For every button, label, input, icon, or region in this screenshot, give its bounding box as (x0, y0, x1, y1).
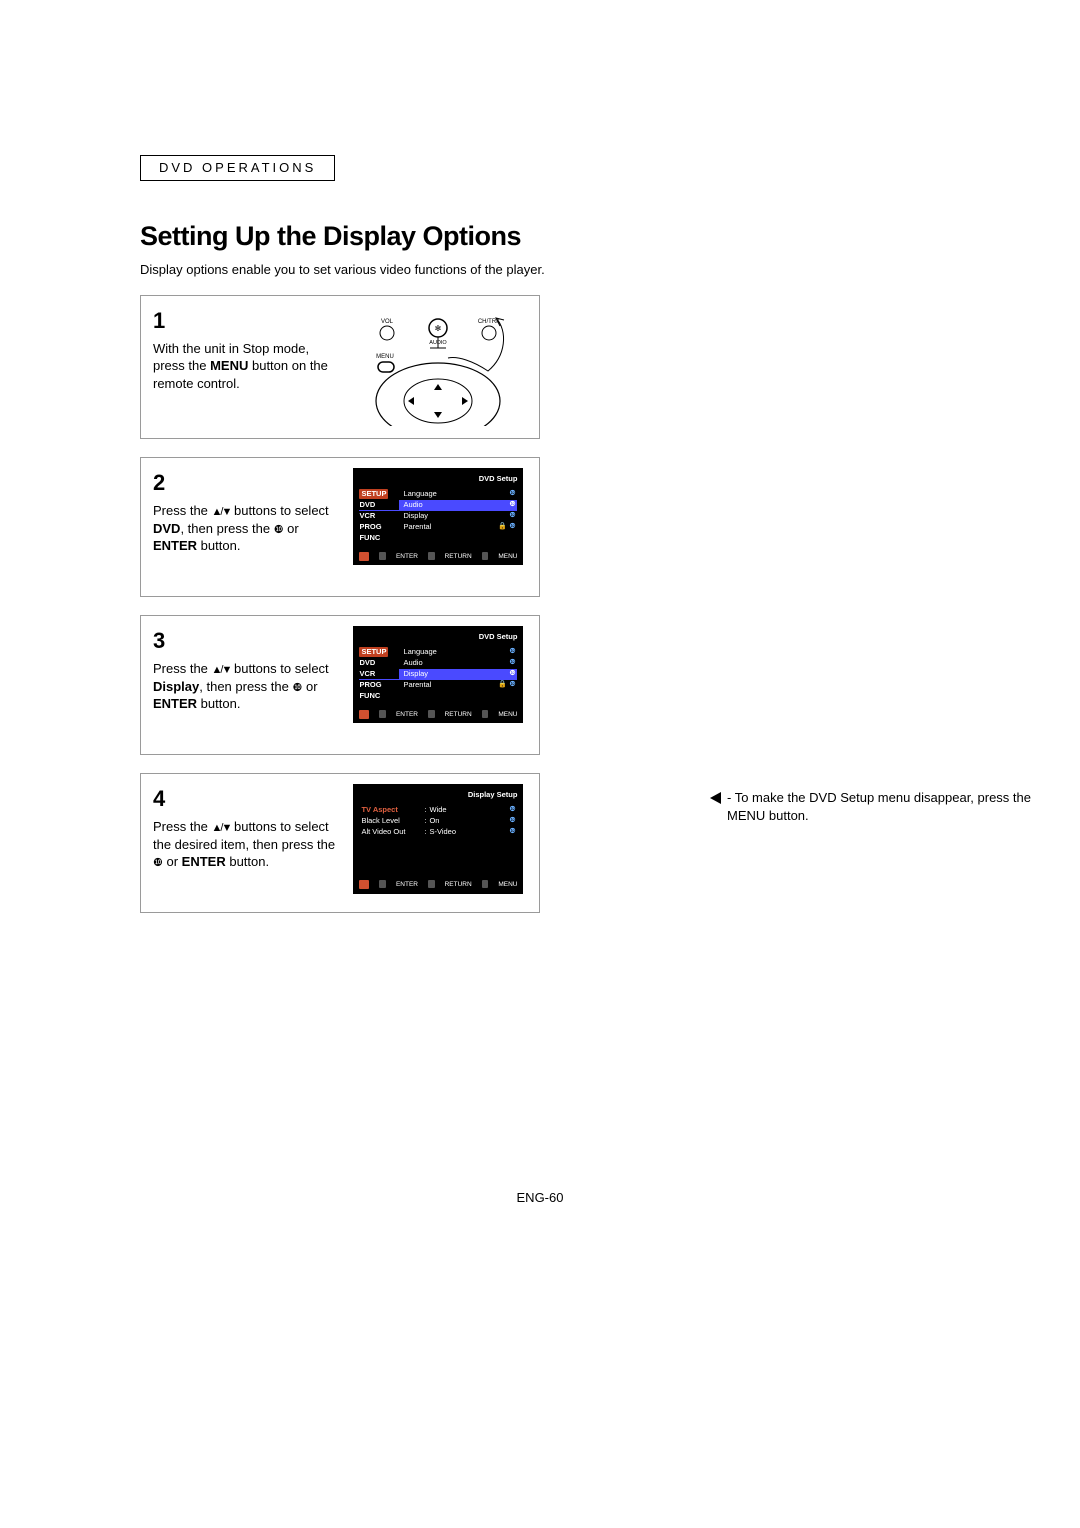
osd-display-setup: Display Setup TV Aspect : Wide ❿ Black L… (353, 784, 523, 894)
section-header: DVD Operations (140, 155, 335, 181)
left-triangle-icon (710, 792, 721, 804)
enter-icon (379, 710, 386, 718)
svg-text:✻: ✻ (435, 324, 442, 333)
osd-foot-icon (359, 710, 369, 719)
enter-icon (379, 880, 386, 888)
page-number: ENG-60 (140, 1190, 940, 1205)
side-note-text: To make the DVD Setup menu disappear, pr… (727, 790, 1031, 823)
step-2-text: Press the ▲/▼ buttons to select DVD, the… (153, 502, 340, 555)
remote-illustration: VOL ✻ AUDIO CH/TRK MENU (358, 306, 518, 426)
osd-title: Display Setup (359, 790, 517, 801)
menu-arrow-icon: ❿ (507, 489, 517, 499)
lock-icon: 🔒 (497, 522, 507, 532)
menu-arrow-icon: ❿ (507, 669, 517, 679)
step-1: 1 With the unit in Stop mode, press the … (140, 295, 540, 439)
right-icon: ❿ (292, 682, 302, 694)
return-icon (428, 880, 435, 888)
updown-icon: ▲/▼ (212, 664, 231, 676)
menu-icon (482, 880, 489, 888)
page-title: Setting Up the Display Options (140, 221, 940, 252)
osd-dvd-setup: DVD Setup SETUP Language ❿ DVD Audio ❿ V… (353, 468, 523, 565)
remote-menu-label: MENU (377, 354, 395, 360)
side-note: - To make the DVD Setup menu disappear, … (710, 789, 1060, 824)
step-4-number: 4 (153, 784, 340, 814)
right-icon: ❿ (274, 524, 284, 536)
menu-arrow-icon: ❿ (507, 511, 517, 521)
right-icon: ❿ (153, 857, 163, 869)
enter-icon (379, 552, 386, 560)
osd-footer: ENTER RETURN MENU (359, 880, 517, 889)
step-3-text: Press the ▲/▼ buttons to select Display,… (153, 660, 340, 713)
menu-arrow-icon: ❿ (507, 647, 517, 657)
return-icon (428, 710, 435, 718)
osd-foot-icon (359, 880, 369, 889)
menu-arrow-icon: ❿ (507, 500, 517, 510)
intro-text: Display options enable you to set variou… (140, 262, 940, 277)
step-4: 4 Press the ▲/▼ buttons to select the de… (140, 773, 540, 913)
osd-foot-icon (359, 552, 369, 561)
remote-vol-label: VOL (381, 319, 394, 325)
menu-arrow-icon: ❿ (507, 680, 517, 690)
menu-arrow-icon: ❿ (507, 816, 517, 826)
osd-title: DVD Setup (359, 474, 517, 485)
step-2: 2 Press the ▲/▼ buttons to select DVD, t… (140, 457, 540, 597)
osd-footer: ENTER RETURN MENU (359, 710, 517, 719)
step-2-number: 2 (153, 468, 340, 498)
menu-arrow-icon: ❿ (507, 805, 517, 815)
updown-icon: ▲/▼ (212, 506, 231, 518)
osd-footer: ENTER RETURN MENU (359, 552, 517, 561)
step-3: 3 Press the ▲/▼ buttons to select Displa… (140, 615, 540, 755)
step-3-number: 3 (153, 626, 340, 656)
step-1-text: With the unit in Stop mode, press the ME… (153, 340, 340, 393)
lock-icon: 🔒 (497, 680, 507, 690)
section-header-text: DVD Operations (159, 160, 316, 175)
menu-icon (482, 552, 489, 560)
osd-title: DVD Setup (359, 632, 517, 643)
menu-icon (482, 710, 489, 718)
updown-icon: ▲/▼ (212, 822, 231, 834)
menu-arrow-icon: ❿ (507, 658, 517, 668)
return-icon (428, 552, 435, 560)
step-1-number: 1 (153, 306, 340, 336)
menu-arrow-icon: ❿ (507, 827, 517, 837)
menu-arrow-icon: ❿ (507, 522, 517, 532)
step-4-text: Press the ▲/▼ buttons to select the desi… (153, 818, 340, 871)
osd-dvd-setup-display: DVD Setup SETUP Language ❿ DVD Audio ❿ V… (353, 626, 523, 723)
